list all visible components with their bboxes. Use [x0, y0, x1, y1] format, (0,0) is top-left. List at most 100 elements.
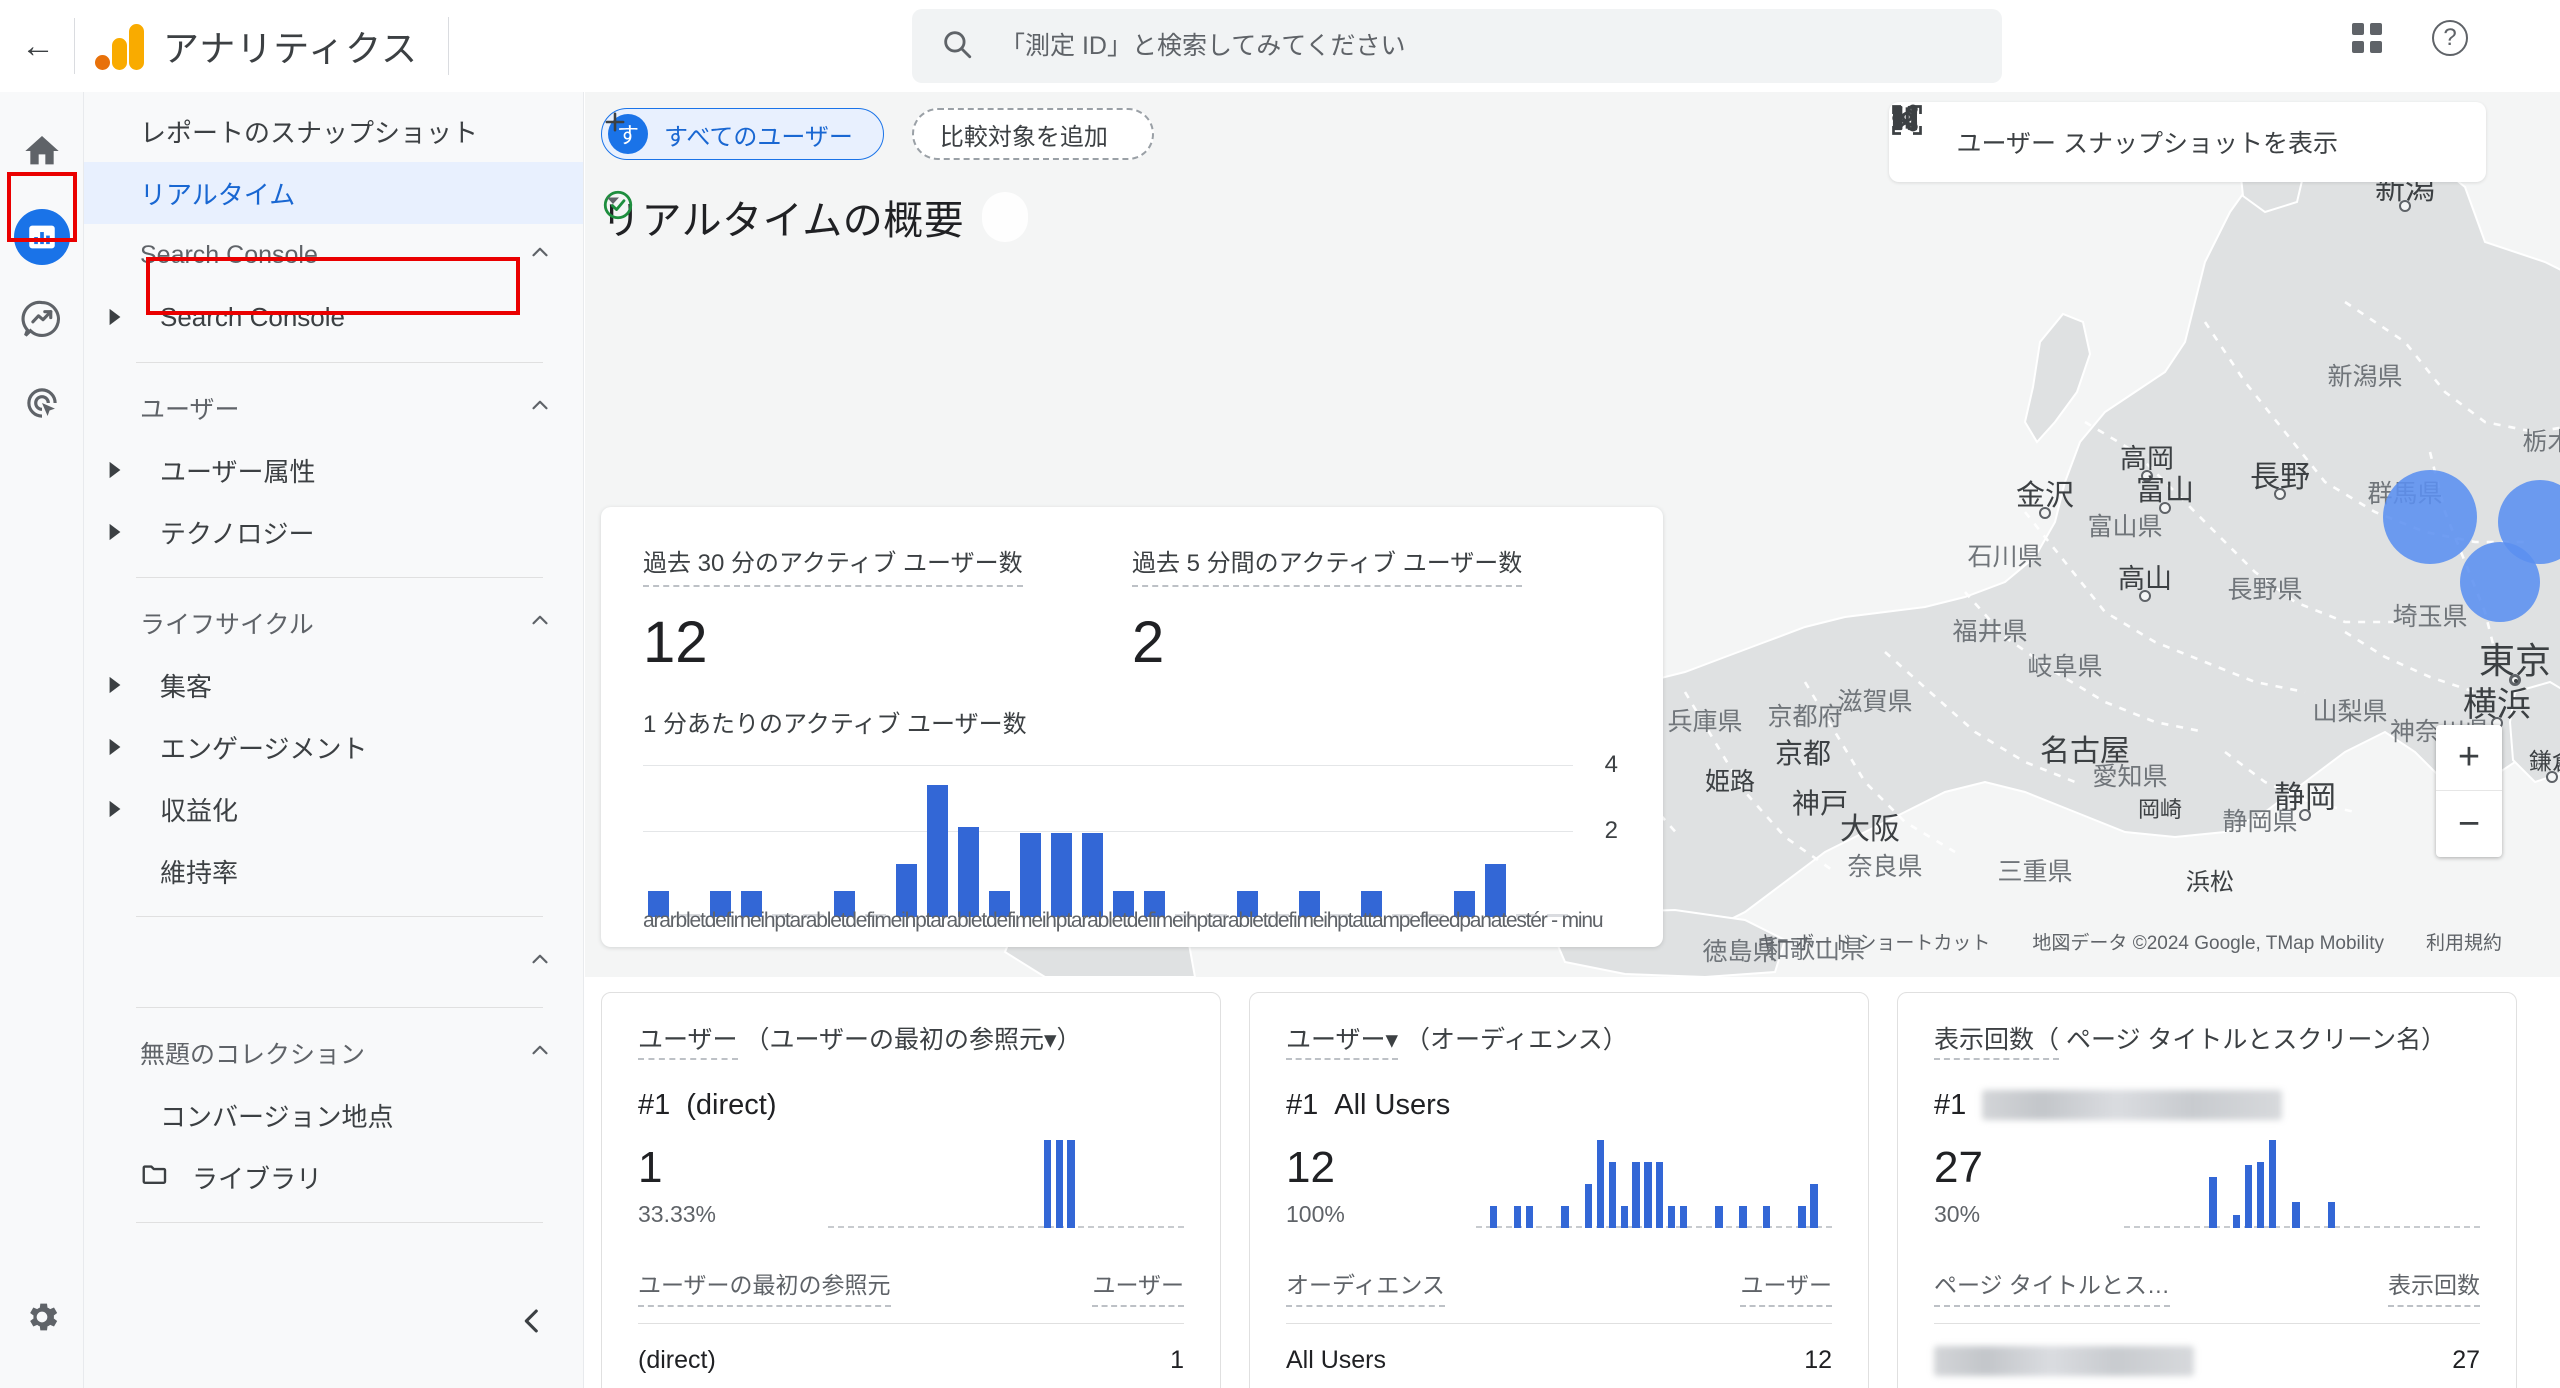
user-snapshot-label[interactable]: ユーザー スナップショットを表示	[1957, 124, 2338, 160]
row-label: (direct)	[638, 1345, 716, 1374]
spark-bar	[1525, 1205, 1534, 1228]
active-user-bubble[interactable]	[2460, 542, 2540, 622]
bar-slot	[1418, 777, 1449, 917]
table-row[interactable]: All Users 12	[1286, 1324, 1832, 1375]
spark-slot	[1654, 1136, 1666, 1228]
spark-slot	[1689, 1136, 1701, 1228]
nav-section-collapse-extra[interactable]	[84, 931, 583, 993]
search-bar[interactable]	[912, 9, 2002, 83]
all-users-chip[interactable]: す すべてのユーザー	[601, 108, 884, 160]
zoom-in-button[interactable]: +	[2436, 725, 2502, 791]
map-zoom-control: + −	[2436, 725, 2502, 857]
card-metric-row: 27 30%	[1934, 1136, 2480, 1228]
nav-item-library[interactable]: ライブラリ	[84, 1146, 583, 1208]
spark-slot	[2243, 1136, 2255, 1228]
spark-slot	[1065, 1136, 1077, 1228]
nav-item-engagement[interactable]: エンゲージメント	[84, 716, 583, 778]
y-tick: 2	[1604, 817, 1618, 844]
rail-item-explore[interactable]	[11, 290, 73, 352]
all-users-label: すべてのユーザー	[664, 123, 853, 151]
nav-item-snapshot[interactable]: レポートのスナップショット	[84, 100, 583, 162]
nav-section-users[interactable]: ユーザー	[84, 377, 583, 439]
rail-item-home[interactable]	[11, 122, 73, 184]
spark-slot	[1523, 1136, 1535, 1228]
table-row[interactable]: 27	[1934, 1324, 2480, 1376]
table-row[interactable]: (direct) 1	[638, 1324, 1184, 1375]
card-metric-value: 1	[638, 1142, 663, 1192]
spark-slot	[1559, 1136, 1571, 1228]
spark-bar	[1679, 1205, 1688, 1228]
map-attribution: キーボード ショートカット 地図データ ©2024 Google, TMap M…	[1757, 928, 2502, 955]
rail-item-reports[interactable]	[11, 206, 73, 268]
card-title[interactable]: ユーザー （ユーザーの最初の参照元▾）	[638, 1023, 1184, 1060]
card-title[interactable]: 表示回数（ ページ タイトルとスクリーン名）	[1934, 1023, 2480, 1060]
row-label: All Users	[1286, 1345, 1387, 1374]
spark-slot	[1476, 1136, 1488, 1228]
spark-slot	[887, 1136, 899, 1228]
spark-slot	[2219, 1136, 2231, 1228]
bar-slot	[953, 777, 984, 917]
spark-slot	[2124, 1136, 2136, 1228]
nav-section-lifecycle[interactable]: ライフサイクル	[84, 592, 583, 654]
bar-slot	[860, 777, 891, 917]
spark-slot	[1618, 1136, 1630, 1228]
active-user-bubble[interactable]	[2383, 470, 2477, 564]
bar-slot	[829, 777, 860, 917]
nav-item-conversion-points[interactable]: コンバージョン地点	[84, 1084, 583, 1146]
nav-item-demographics[interactable]: ユーザー属性	[84, 439, 583, 501]
metric-active-users-5min: 過去 5 分間のアクティブ ユーザー数 2	[1132, 543, 1621, 676]
spark-slot	[2171, 1136, 2183, 1228]
data-validity-pill[interactable]	[603, 190, 1029, 242]
analytics-logo-icon	[93, 22, 145, 70]
row-value: 1	[1170, 1345, 1184, 1374]
nav-item-realtime[interactable]: リアルタイム	[84, 162, 583, 224]
bar-slot	[1077, 777, 1108, 917]
divider	[136, 1222, 543, 1223]
spark-slot	[2148, 1136, 2160, 1228]
nav-section-label: 無題のコレクション	[140, 1041, 366, 1069]
spark-slot	[1500, 1136, 1512, 1228]
spark-slot	[2290, 1136, 2302, 1228]
card-title[interactable]: ユーザー▾ （オーディエンス）	[1286, 1023, 1832, 1060]
nav-item-search-console[interactable]: Search Console	[84, 286, 583, 348]
spark-bar	[1608, 1161, 1617, 1228]
settings-gear-icon[interactable]	[22, 1297, 62, 1342]
back-button[interactable]: ←	[10, 29, 66, 63]
spark-slot	[2183, 1136, 2195, 1228]
spark-slot	[2231, 1136, 2243, 1228]
card-metric-value: 27	[1934, 1142, 1983, 1192]
add-comparison-button[interactable]: 比較対象を追加	[605, 108, 1154, 160]
nav-item-tech[interactable]: テクノロジー	[84, 501, 583, 563]
spark-bar	[2244, 1164, 2253, 1228]
zoom-out-button[interactable]: −	[2436, 791, 2502, 857]
nav-item-retention[interactable]: 維持率	[84, 840, 583, 902]
keyboard-shortcuts-link[interactable]: キーボード ショートカット	[1757, 928, 1990, 955]
help-icon[interactable]: ?	[2432, 20, 2468, 56]
nav-section-untitled-collection[interactable]: 無題のコレクション	[84, 1022, 583, 1084]
nav-section-search-console[interactable]: Search Console	[84, 224, 583, 286]
spark-bar	[1513, 1205, 1522, 1228]
bar-slot	[1170, 777, 1201, 917]
nav-label: レポートのスナップショット	[140, 117, 479, 148]
search-input[interactable]	[1000, 31, 1900, 61]
rail-item-advertising[interactable]	[11, 374, 73, 436]
map-city-dot	[2399, 200, 2411, 212]
spark-slot	[1606, 1136, 1618, 1228]
metric-value: 2	[1132, 610, 1165, 675]
spark-slot	[1713, 1136, 1725, 1228]
spark-slot	[1148, 1136, 1160, 1228]
bar-series	[643, 777, 1573, 917]
nav-collapse-button[interactable]	[515, 1304, 549, 1338]
dimension-card: ユーザー▾ （オーディエンス） #1 All Users 12 100% オーディエンス ユ…	[1249, 992, 1869, 1388]
spark-slot	[1124, 1136, 1136, 1228]
apps-grid-icon[interactable]	[2352, 23, 2382, 53]
terms-link[interactable]: 利用規約	[2426, 928, 2502, 955]
spark-slot	[1583, 1136, 1595, 1228]
nav-item-monetization[interactable]: 収益化	[84, 778, 583, 840]
spark-slot	[2136, 1136, 2148, 1228]
nav-item-acquisition[interactable]: 集客	[84, 654, 583, 716]
chevron-up-icon	[527, 607, 553, 640]
bar-slot	[1139, 777, 1170, 917]
spark-slot	[2160, 1136, 2172, 1228]
chevron-up-icon	[527, 239, 553, 272]
